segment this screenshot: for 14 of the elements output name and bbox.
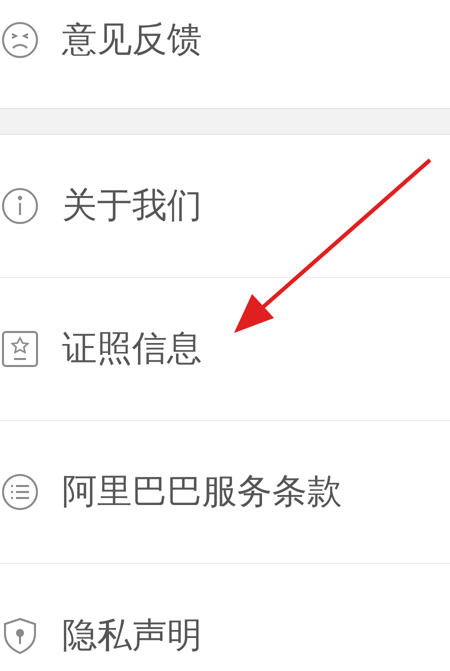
star-certificate-icon: [0, 329, 40, 369]
menu-item[interactable]: 意见反馈: [0, 0, 450, 108]
menu-item-label: 阿里巴巴服务条款: [62, 470, 342, 514]
info-icon: [0, 186, 40, 226]
menu-item-label: 隐私声明: [62, 614, 202, 658]
menu-item[interactable]: 证照信息: [0, 278, 450, 420]
menu-item-label: 关于我们: [62, 184, 202, 228]
sad-face-icon: [0, 20, 40, 60]
list-icon: [0, 472, 40, 512]
menu-item-label: 意见反馈: [62, 18, 202, 62]
menu-item[interactable]: 隐私声明: [0, 564, 450, 671]
menu-item[interactable]: 关于我们: [0, 135, 450, 277]
menu-item[interactable]: 阿里巴巴服务条款: [0, 421, 450, 563]
menu-item-label: 证照信息: [62, 328, 202, 371]
